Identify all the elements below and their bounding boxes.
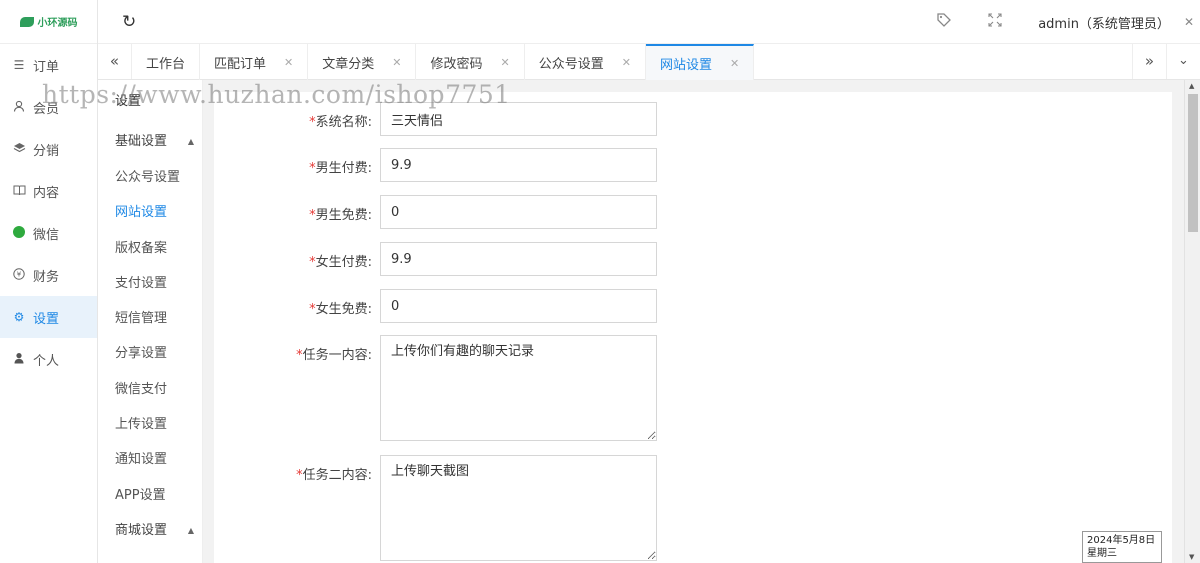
sidebar-item-orders[interactable]: ☰ 订单: [0, 44, 97, 86]
tab-official-account[interactable]: 公众号设置 ✕: [525, 44, 646, 80]
submenu-group-label: 基础设置: [115, 134, 168, 149]
field-label: *男生免费:: [309, 208, 372, 223]
yen-icon: ¥: [12, 267, 26, 283]
sidebar-item-label: 个人: [33, 353, 60, 369]
top-header: ↻ admin（系统管理员） ✕: [98, 0, 1200, 44]
sidebar-item-settings[interactable]: ⚙ 设置: [0, 296, 97, 338]
tab-label: 工作台: [146, 56, 186, 72]
field-label: *任务二内容:: [296, 468, 372, 483]
submenu-group-basic[interactable]: 基础设置 ▲: [98, 124, 202, 160]
tab-label: 公众号设置: [538, 56, 604, 72]
field-label: *男生付费:: [309, 161, 372, 176]
site-settings-form: *系统名称: *男生付费: *男生免费: *女生付费: *女生免费: *任务一内…: [214, 92, 1172, 563]
vertical-scrollbar[interactable]: ▲ ▼: [1184, 80, 1200, 563]
sidebar-item-label: 财务: [33, 269, 60, 285]
weekday-text: 星期三: [1087, 548, 1117, 559]
scroll-down-icon[interactable]: ▼: [1189, 553, 1194, 561]
field-label: *女生免费:: [309, 302, 372, 317]
submenu-item-official-account[interactable]: 公众号设置: [98, 160, 202, 195]
sidebar-item-members[interactable]: 会员: [0, 86, 97, 128]
user-icon: [12, 100, 26, 115]
more-icon[interactable]: ✕: [1184, 15, 1194, 29]
task1-textarea[interactable]: 上传你们有趣的聊天记录: [380, 335, 657, 441]
submenu-item-site-settings[interactable]: 网站设置: [98, 195, 202, 230]
field-label: *女生付费:: [309, 255, 372, 270]
logo-leaf-icon: [19, 16, 34, 27]
sidebar-item-label: 分销: [33, 143, 60, 159]
sidebar-item-personal[interactable]: 个人: [0, 338, 97, 380]
submenu-group-label: 商城设置: [115, 522, 168, 538]
caret-up-icon: ▲: [187, 137, 194, 146]
system-name-input[interactable]: [380, 102, 657, 136]
submenu-item-app[interactable]: APP设置: [98, 478, 202, 513]
wechat-icon: [12, 225, 26, 241]
svg-text:¥: ¥: [17, 270, 22, 278]
close-icon[interactable]: ✕: [392, 56, 401, 69]
scroll-up-icon[interactable]: ▲: [1189, 82, 1194, 90]
submenu-item-payment[interactable]: 支付设置: [98, 266, 202, 301]
submenu-item-sms[interactable]: 短信管理: [98, 301, 202, 336]
date-tooltip: 2024年5月8日 星期三: [1082, 531, 1162, 563]
date-text: 2024年5月8日: [1087, 535, 1156, 546]
female-free-input[interactable]: [380, 289, 657, 323]
close-icon[interactable]: ✕: [284, 56, 293, 69]
tab-bar: « 工作台 匹配订单 ✕ 文章分类 ✕ 修改密码 ✕ 公众号设置 ✕ 网站设置 …: [98, 44, 1200, 80]
user-menu[interactable]: admin（系统管理员）: [1038, 13, 1170, 32]
tab-label: 匹配订单: [214, 56, 267, 72]
sidebar-item-label: 会员: [33, 101, 60, 117]
gear-icon: ⚙: [13, 310, 25, 324]
female-fee-input[interactable]: [380, 242, 657, 276]
sidebar-item-content[interactable]: 内容: [0, 170, 97, 212]
submenu-title: 设置: [115, 94, 142, 109]
tab-scroll-right-icon[interactable]: »: [1132, 44, 1166, 79]
sidebar-item-wechat[interactable]: 微信: [0, 212, 97, 254]
field-label: *任务一内容:: [296, 348, 372, 363]
close-icon[interactable]: ✕: [730, 57, 739, 70]
sidebar-item-label: 内容: [33, 185, 60, 201]
caret-up-icon: ▲: [187, 525, 194, 535]
sidebar-item-label: 设置: [33, 311, 60, 327]
submenu-item-share[interactable]: 分享设置: [98, 336, 202, 371]
list-icon: ☰: [13, 58, 25, 72]
submenu-item-copyright[interactable]: 版权备案: [98, 231, 202, 266]
person-icon: [12, 352, 26, 367]
submenu-item-notify[interactable]: 通知设置: [98, 442, 202, 477]
tag-icon[interactable]: [936, 12, 952, 32]
settings-submenu: 设置 基础设置 ▲ 公众号设置 网站设置 版权备案 支付设置 短信管理 分享设置…: [98, 80, 203, 563]
submenu-item-upload[interactable]: 上传设置: [98, 407, 202, 442]
scrollbar-thumb[interactable]: [1188, 94, 1198, 232]
submenu-group-mall[interactable]: 商城设置 ▲: [98, 513, 202, 549]
tab-change-password[interactable]: 修改密码 ✕: [416, 44, 525, 80]
book-icon: [12, 184, 26, 199]
sidebar-item-distribution[interactable]: 分销: [0, 128, 97, 170]
tab-scroll-left-icon[interactable]: «: [98, 44, 132, 79]
refresh-icon[interactable]: ↻: [122, 12, 136, 32]
logo-text: 小环源码: [37, 18, 78, 29]
male-free-input[interactable]: [380, 195, 657, 229]
fullscreen-icon[interactable]: [988, 13, 1002, 31]
field-label: *系统名称:: [309, 115, 372, 130]
male-fee-input[interactable]: [380, 148, 657, 182]
tab-article-category[interactable]: 文章分类 ✕: [308, 44, 417, 80]
close-icon[interactable]: ✕: [501, 56, 510, 69]
tab-label: 文章分类: [322, 56, 375, 72]
tab-match-orders[interactable]: 匹配订单 ✕: [200, 44, 309, 80]
logo[interactable]: 小环源码: [0, 0, 97, 44]
sidebar-item-label: 微信: [33, 227, 60, 243]
sidebar-item-finance[interactable]: ¥ 财务: [0, 254, 97, 296]
sidebar-item-label: 订单: [33, 59, 60, 75]
tab-label: 修改密码: [430, 56, 483, 72]
tab-site-settings[interactable]: 网站设置 ✕: [645, 44, 755, 80]
submenu-item-wechat-pay[interactable]: 微信支付: [98, 372, 202, 407]
task2-textarea[interactable]: 上传聊天截图: [380, 455, 657, 561]
sidebar: 小环源码 ☰ 订单 会员 分销 内容 微信 ¥ 财务 ⚙ 设置 个人: [0, 0, 98, 563]
tab-label: 网站设置: [659, 57, 712, 73]
close-icon[interactable]: ✕: [622, 56, 631, 69]
tab-workbench[interactable]: 工作台: [132, 44, 201, 80]
layers-icon: [12, 142, 26, 157]
chevron-down-icon[interactable]: ⌄: [1166, 44, 1200, 79]
